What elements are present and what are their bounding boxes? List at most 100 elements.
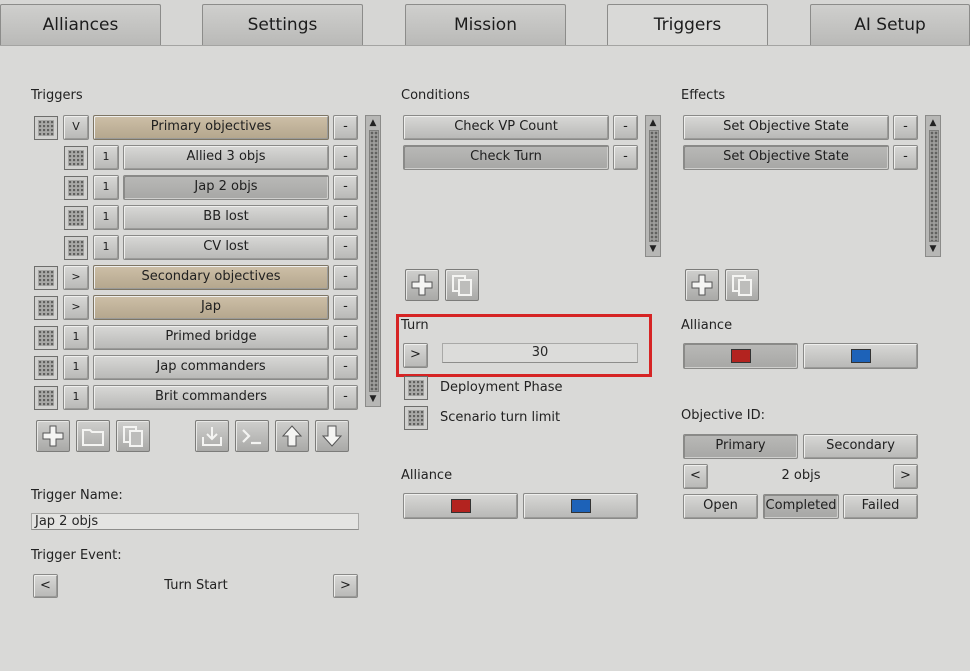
- trigger-remove-button[interactable]: -: [333, 115, 358, 140]
- trigger-remove-button[interactable]: -: [333, 295, 358, 320]
- scroll-up-icon[interactable]: ▲: [367, 117, 379, 129]
- trigger-enable-checkbox[interactable]: [64, 206, 88, 230]
- effect-item-button[interactable]: Set Objective State: [683, 115, 889, 140]
- trigger-item-button[interactable]: Primed bridge: [93, 325, 329, 350]
- trigger-level-button[interactable]: 1: [93, 205, 119, 230]
- trigger-remove-button[interactable]: -: [333, 265, 358, 290]
- add-effect-button[interactable]: [685, 269, 719, 301]
- blue-alliance-swatch: [571, 499, 591, 513]
- trigger-event-prev-button[interactable]: <: [33, 574, 58, 598]
- trigger-enable-checkbox[interactable]: [64, 146, 88, 170]
- tab-alliances[interactable]: Alliances: [0, 4, 161, 46]
- trigger-event-next-button[interactable]: >: [333, 574, 358, 598]
- trigger-remove-button[interactable]: -: [333, 355, 358, 380]
- trigger-level-button[interactable]: >: [63, 295, 89, 320]
- trigger-enable-checkbox[interactable]: [64, 236, 88, 260]
- import-button[interactable]: [195, 420, 229, 452]
- trigger-level-button[interactable]: 1: [93, 175, 119, 200]
- copy-icon: [452, 275, 472, 296]
- trigger-level-button[interactable]: 1: [93, 145, 119, 170]
- trigger-enable-checkbox[interactable]: [34, 116, 58, 140]
- scroll-down-icon[interactable]: ▼: [647, 243, 659, 255]
- condition-item-button[interactable]: Check VP Count: [403, 115, 609, 140]
- scroll-up-icon[interactable]: ▲: [927, 117, 939, 129]
- state-completed-button[interactable]: Completed: [763, 494, 839, 519]
- state-failed-button[interactable]: Failed: [843, 494, 918, 519]
- move-down-button[interactable]: [315, 420, 349, 452]
- objective-secondary-button[interactable]: Secondary: [803, 434, 918, 459]
- trigger-item-button[interactable]: Secondary objectives: [93, 265, 329, 290]
- trigger-enable-checkbox[interactable]: [34, 266, 58, 290]
- trigger-remove-button[interactable]: -: [333, 205, 358, 230]
- conditions-alliance-blue-button[interactable]: [523, 493, 638, 519]
- effect-item-button[interactable]: Set Objective State: [683, 145, 889, 170]
- add-trigger-button[interactable]: [36, 420, 70, 452]
- effects-alliance-blue-button[interactable]: [803, 343, 918, 369]
- objective-next-button[interactable]: >: [893, 464, 918, 489]
- scroll-track[interactable]: [369, 130, 379, 392]
- effects-alliance-red-button[interactable]: [683, 343, 798, 369]
- conditions-alliance-label: Alliance: [401, 468, 453, 483]
- trigger-remove-button[interactable]: -: [333, 325, 358, 350]
- scroll-down-icon[interactable]: ▼: [927, 243, 939, 255]
- conditions-scrollbar[interactable]: ▲ ▼: [645, 115, 661, 257]
- condition-item-button[interactable]: Check Turn: [403, 145, 609, 170]
- tab-mission[interactable]: Mission: [405, 4, 566, 46]
- deployment-phase-label: Deployment Phase: [440, 380, 563, 395]
- copy-icon: [732, 275, 752, 296]
- condition-remove-button[interactable]: -: [613, 115, 638, 140]
- effects-scrollbar[interactable]: ▲ ▼: [925, 115, 941, 257]
- scroll-up-icon[interactable]: ▲: [647, 117, 659, 129]
- conditions-alliance-red-button[interactable]: [403, 493, 518, 519]
- deployment-phase-checkbox[interactable]: [404, 376, 428, 400]
- trigger-item-button[interactable]: CV lost: [123, 235, 329, 260]
- tab-triggers[interactable]: Triggers: [607, 4, 768, 48]
- copy-trigger-button[interactable]: [116, 420, 150, 452]
- scroll-track[interactable]: [649, 130, 659, 242]
- move-up-button[interactable]: [275, 420, 309, 452]
- scroll-track[interactable]: [929, 130, 939, 242]
- trigger-item-button[interactable]: BB lost: [123, 205, 329, 230]
- trigger-item-button[interactable]: Allied 3 objs: [123, 145, 329, 170]
- trigger-level-button[interactable]: 1: [93, 235, 119, 260]
- trigger-item-button[interactable]: Jap commanders: [93, 355, 329, 380]
- trigger-enable-checkbox[interactable]: [64, 176, 88, 200]
- trigger-enable-checkbox[interactable]: [34, 386, 58, 410]
- effect-remove-button[interactable]: -: [893, 145, 918, 170]
- state-open-button[interactable]: Open: [683, 494, 758, 519]
- condition-remove-button[interactable]: -: [613, 145, 638, 170]
- trigger-enable-checkbox[interactable]: [34, 296, 58, 320]
- trigger-name-field[interactable]: Jap 2 objs: [31, 513, 359, 530]
- triggers-scrollbar[interactable]: ▲ ▼: [365, 115, 381, 407]
- copy-condition-button[interactable]: [445, 269, 479, 301]
- scenario-limit-checkbox[interactable]: [404, 406, 428, 430]
- open-folder-button[interactable]: [76, 420, 110, 452]
- objective-prev-button[interactable]: <: [683, 464, 708, 489]
- trigger-item-button[interactable]: Jap 2 objs: [123, 175, 329, 200]
- trigger-remove-button[interactable]: -: [333, 175, 358, 200]
- folder-icon: [82, 429, 104, 446]
- turn-highlight-box: [396, 314, 652, 377]
- trigger-level-button[interactable]: 1: [63, 355, 89, 380]
- trigger-level-button[interactable]: 1: [63, 385, 89, 410]
- add-condition-button[interactable]: [405, 269, 439, 301]
- copy-effect-button[interactable]: [725, 269, 759, 301]
- trigger-remove-button[interactable]: -: [333, 235, 358, 260]
- trigger-enable-checkbox[interactable]: [34, 356, 58, 380]
- trigger-level-button[interactable]: >: [63, 265, 89, 290]
- objective-primary-button[interactable]: Primary: [683, 434, 798, 459]
- console-button[interactable]: [235, 420, 269, 452]
- tab-settings[interactable]: Settings: [202, 4, 363, 46]
- trigger-enable-checkbox[interactable]: [34, 326, 58, 350]
- trigger-remove-button[interactable]: -: [333, 385, 358, 410]
- trigger-item-button[interactable]: Brit commanders: [93, 385, 329, 410]
- effect-remove-button[interactable]: -: [893, 115, 918, 140]
- trigger-remove-button[interactable]: -: [333, 145, 358, 170]
- trigger-level-button[interactable]: 1: [63, 325, 89, 350]
- trigger-event-value: Turn Start: [164, 578, 228, 593]
- trigger-level-button[interactable]: V: [63, 115, 89, 140]
- trigger-item-button[interactable]: Primary objectives: [93, 115, 329, 140]
- scroll-down-icon[interactable]: ▼: [367, 393, 379, 405]
- trigger-item-button[interactable]: Jap: [93, 295, 329, 320]
- tab-ai-setup[interactable]: AI Setup: [810, 4, 970, 46]
